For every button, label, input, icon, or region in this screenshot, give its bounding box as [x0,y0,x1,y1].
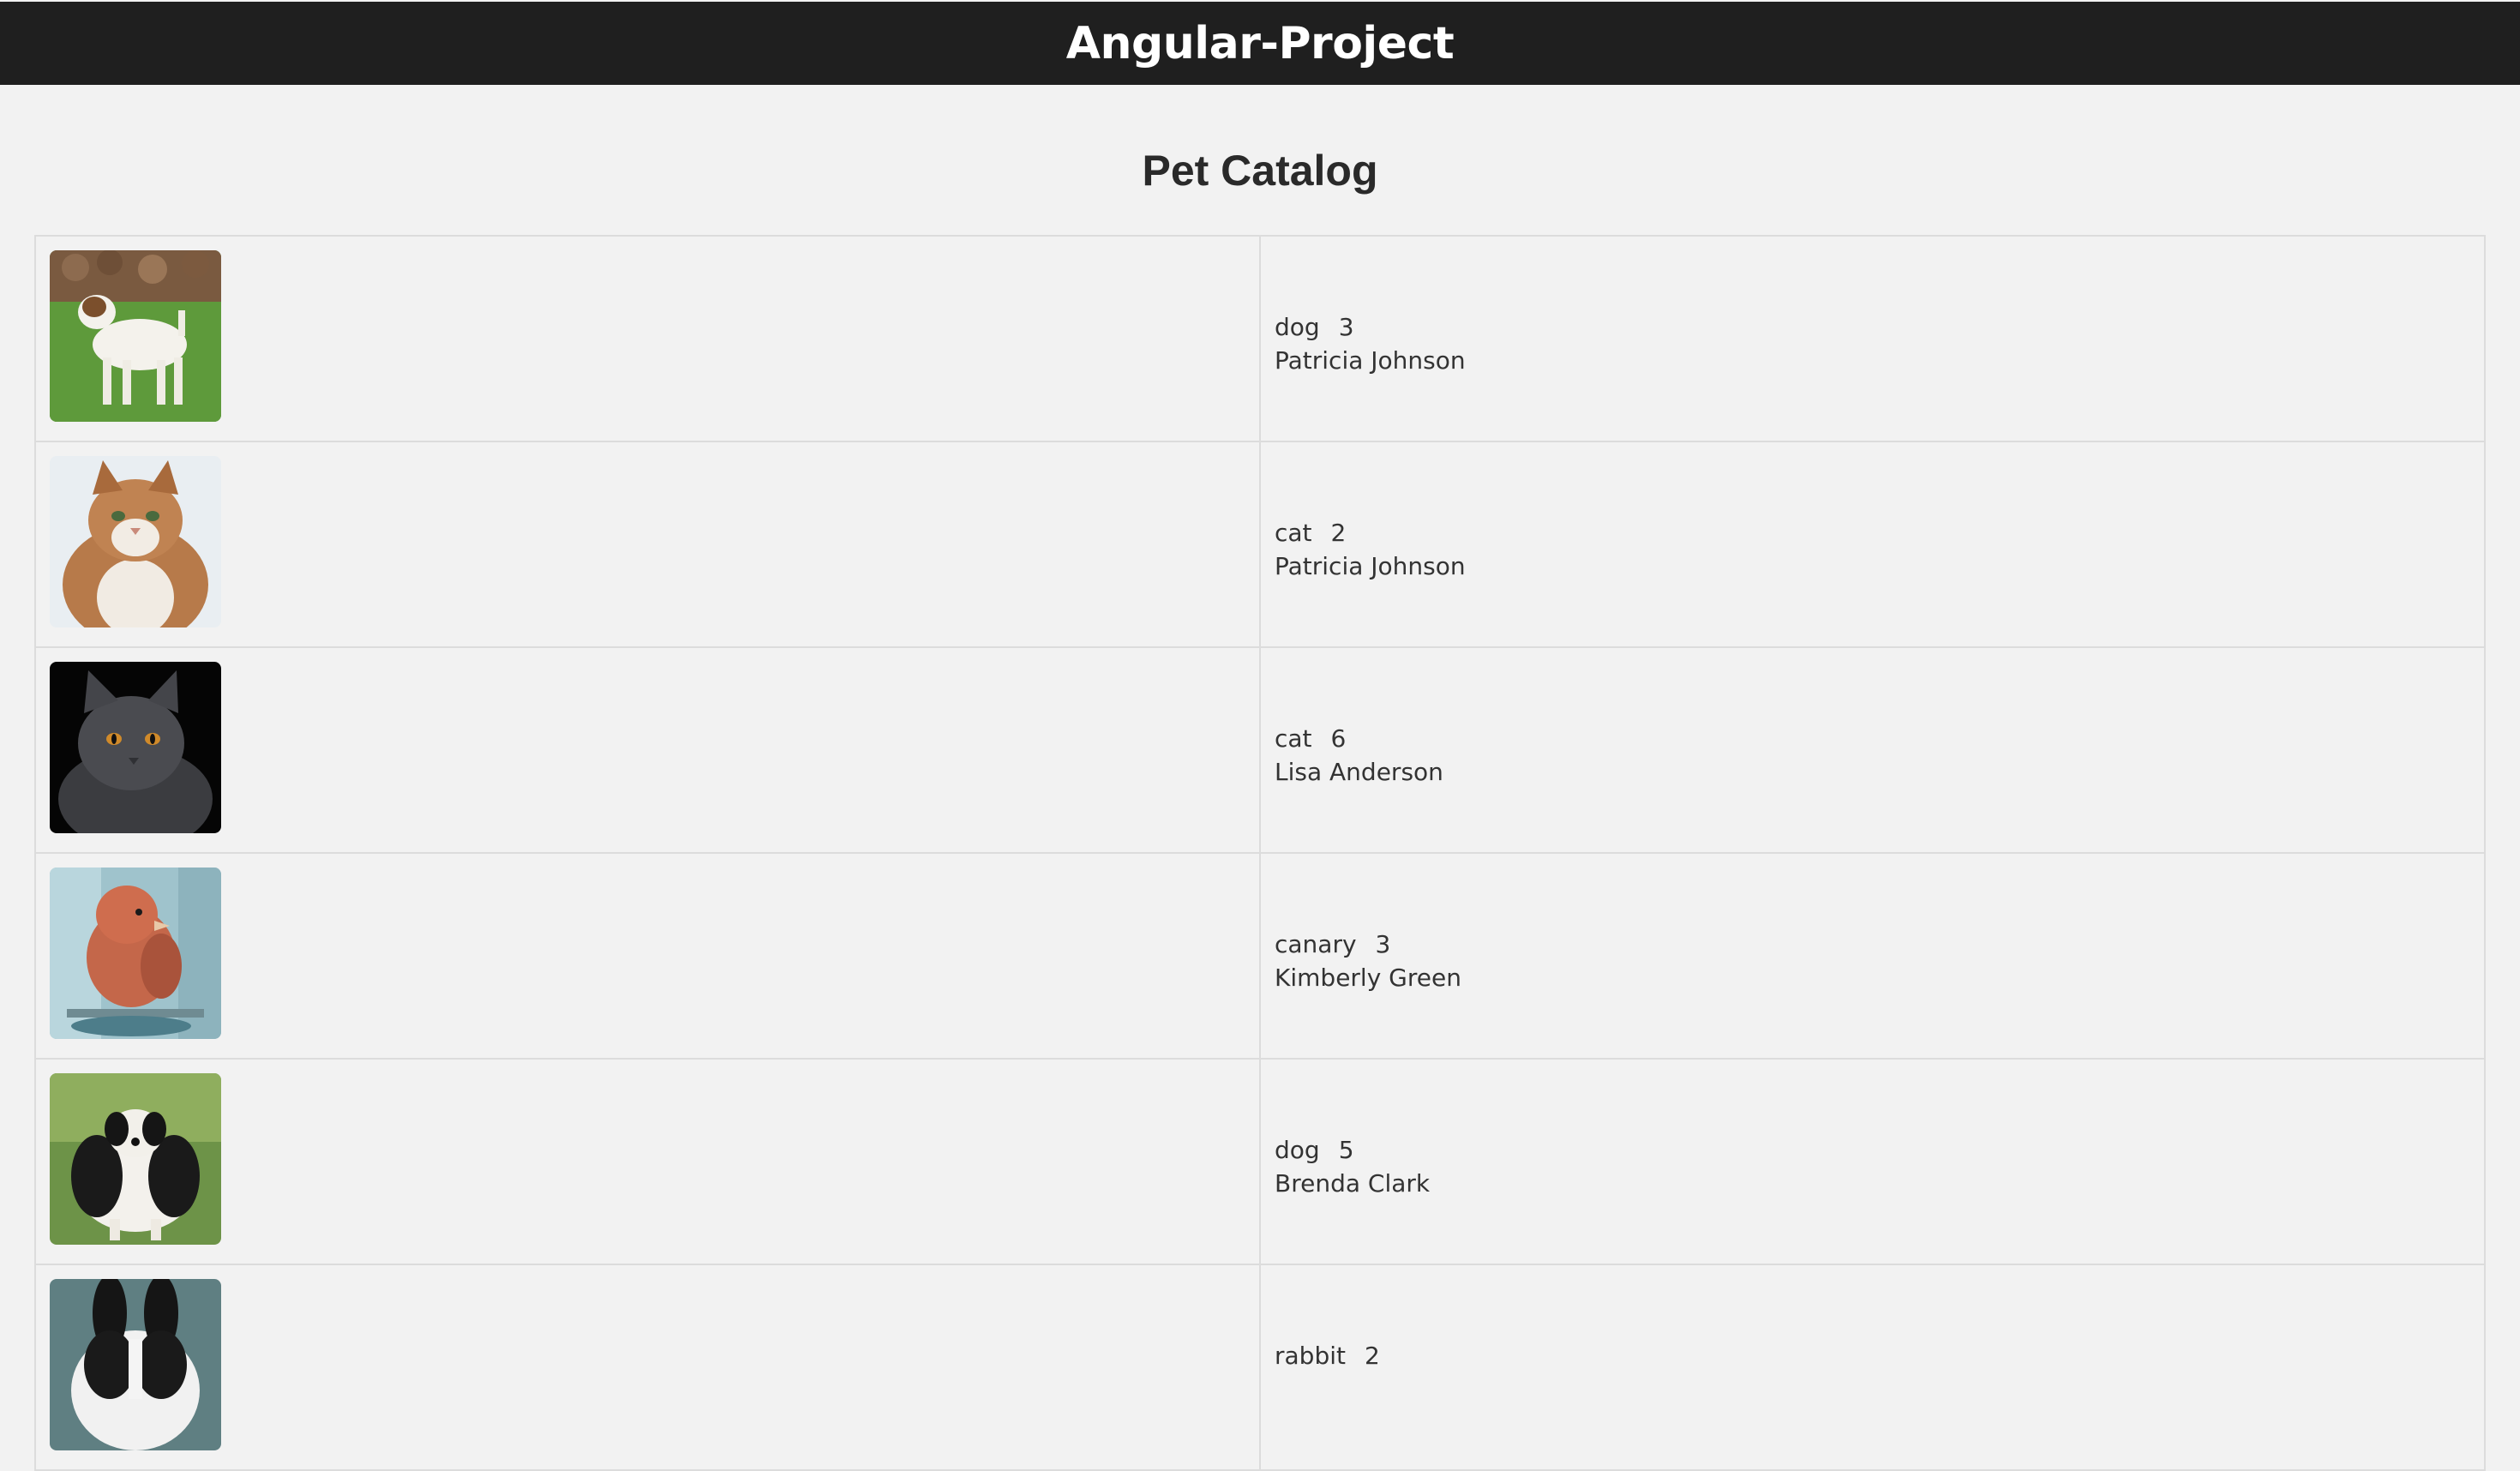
pet-image-cell [36,1265,1261,1469]
table-row: dog 5 Brenda Clark [34,1060,2486,1265]
red-canary-photo [50,868,221,1039]
pet-info-cell: rabbit 2 [1261,1265,2484,1469]
table-row: cat 2 Patricia Johnson [34,442,2486,648]
app-title: Angular-Project [1065,17,1455,69]
pet-type: canary [1275,930,1357,958]
pet-info-cell: dog 3 Patricia Johnson [1261,237,2484,441]
app-header: Angular-Project [0,2,2520,85]
page-title: Pet Catalog [1142,147,1378,195]
table-row: cat 6 Lisa Anderson [34,648,2486,854]
pet-age: 5 [1338,1136,1354,1164]
long-haired-cat-photo [50,456,221,627]
pet-type: dog [1275,313,1320,341]
black-white-rabbit-photo [50,1279,221,1450]
table-row: canary 3 Kimberly Green [34,854,2486,1060]
pet-age: 3 [1338,313,1354,341]
pet-info-cell: canary 3 Kimberly Green [1261,854,2484,1058]
pet-owner: Patricia Johnson [1275,552,1466,580]
pet-info-cell: cat 2 Patricia Johnson [1261,442,2484,646]
pet-type: cat [1275,519,1312,547]
pet-type: cat [1275,724,1312,753]
gray-cat-photo [50,662,221,833]
pet-owner: Brenda Clark [1275,1169,1431,1198]
pet-age: 3 [1375,930,1391,958]
pet-image-cell [36,648,1261,852]
black-white-dog-photo [50,1073,221,1245]
pet-image-cell [36,1060,1261,1264]
pet-catalog-table: dog 3 Patricia Johnson cat 2 Patricia Jo… [34,235,2486,1471]
pet-type: dog [1275,1136,1320,1164]
pet-info-cell: dog 5 Brenda Clark [1261,1060,2484,1264]
pet-image-cell [36,854,1261,1058]
pet-owner: Patricia Johnson [1275,346,1466,375]
pet-type: rabbit [1275,1342,1346,1370]
pet-owner: Kimberly Green [1275,964,1461,992]
table-row: dog 3 Patricia Johnson [34,237,2486,442]
pet-image-cell [36,442,1261,646]
table-row: rabbit 2 [34,1265,2486,1471]
pet-image-cell [36,237,1261,441]
pet-age: 2 [1330,519,1347,547]
pet-info-cell: cat 6 Lisa Anderson [1261,648,2484,852]
jack-russell-dog-photo [50,250,221,422]
pet-age: 6 [1330,724,1347,753]
pet-owner: Lisa Anderson [1275,758,1443,786]
pet-age: 2 [1364,1342,1380,1370]
